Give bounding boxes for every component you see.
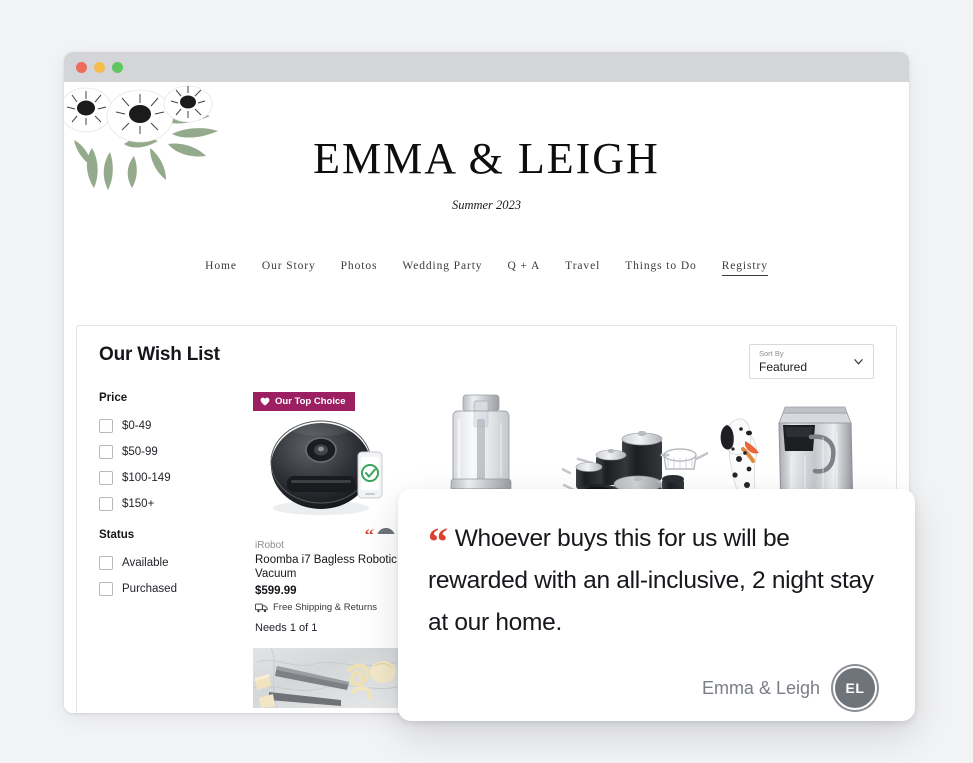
nav-item-our-story[interactable]: Our Story bbox=[262, 260, 316, 276]
filter-status-available[interactable]: Available bbox=[99, 550, 247, 576]
nav-item-photos[interactable]: Photos bbox=[341, 260, 378, 276]
avatar: EL bbox=[833, 666, 877, 710]
top-choice-label: Our Top Choice bbox=[275, 396, 346, 407]
quote-attribution: Emma & Leigh EL bbox=[428, 666, 881, 710]
knives-illustration bbox=[253, 648, 401, 708]
nav-item-travel[interactable]: Travel bbox=[565, 260, 600, 276]
filter-divider bbox=[99, 517, 247, 529]
product-brand: iRobot bbox=[255, 540, 284, 551]
quote-overlay-card: “Whoever buys this for us will be reward… bbox=[398, 489, 915, 721]
checkbox-icon[interactable] bbox=[99, 471, 113, 485]
filters-sidebar: Price $0-49 $50-99 $100-149 $150+ Status… bbox=[99, 392, 247, 708]
filter-heading-price: Price bbox=[99, 392, 128, 404]
filter-label: Purchased bbox=[122, 583, 177, 595]
top-choice-badge: Our Top Choice bbox=[253, 392, 355, 411]
nav-item-q-and-a[interactable]: Q + A bbox=[507, 260, 540, 276]
shipping-label: Free Shipping & Returns bbox=[273, 602, 378, 613]
nav-item-wedding-party[interactable]: Wedding Party bbox=[402, 260, 482, 276]
quote-text-block: “Whoever buys this for us will be reward… bbox=[428, 518, 881, 644]
filter-heading-status: Status bbox=[99, 529, 135, 541]
filter-price-0-49[interactable]: $0-49 bbox=[99, 413, 247, 439]
nav-item-home[interactable]: Home bbox=[205, 260, 237, 276]
site-title: EMMA & LEIGH bbox=[313, 134, 660, 183]
sort-by-select[interactable]: Sort By Featured bbox=[749, 344, 874, 379]
robot-vacuum-illustration bbox=[270, 420, 383, 515]
filter-label: $100-149 bbox=[122, 472, 171, 484]
product-image-knives-on-marble[interactable] bbox=[253, 648, 401, 708]
filter-price-150-plus[interactable]: $150+ bbox=[99, 491, 247, 517]
checkbox-icon[interactable] bbox=[99, 556, 113, 570]
sort-by-label: Sort By bbox=[759, 349, 784, 358]
quote-text: Whoever buys this for us will be rewarde… bbox=[428, 525, 874, 636]
quote-icon: “ bbox=[428, 519, 448, 564]
window-minimize-button[interactable] bbox=[94, 61, 105, 73]
checkbox-icon[interactable] bbox=[99, 582, 113, 596]
window-close-button[interactable] bbox=[76, 61, 87, 73]
nav-item-things-to-do[interactable]: Things to Do bbox=[625, 260, 697, 276]
site-subtitle: Summer 2023 bbox=[451, 198, 522, 212]
checkbox-icon[interactable] bbox=[99, 419, 113, 433]
registry-panel-header: Our Wish List Sort By Featured bbox=[77, 326, 896, 379]
filter-status-purchased[interactable]: Purchased bbox=[99, 576, 247, 602]
sort-by-value: Featured bbox=[759, 360, 808, 374]
site-navigation: Home Our Story Photos Wedding Party Q + … bbox=[64, 260, 909, 276]
chevron-down-icon bbox=[854, 359, 863, 365]
filter-label: $150+ bbox=[122, 498, 155, 510]
quote-icon: “ bbox=[365, 527, 375, 534]
filter-price-50-99[interactable]: $50-99 bbox=[99, 439, 247, 465]
nav-item-registry[interactable]: Registry bbox=[721, 260, 768, 276]
browser-titlebar bbox=[64, 52, 909, 82]
contributor-note-badge[interactable]: “ CC bbox=[365, 527, 395, 534]
window-maximize-button[interactable] bbox=[112, 61, 123, 73]
product-shipping: Free Shipping & Returns bbox=[255, 602, 399, 613]
filter-label: Available bbox=[122, 557, 169, 569]
product-name: Roomba i7 Bagless Robotic Vacuum bbox=[255, 554, 397, 580]
heart-icon bbox=[260, 397, 270, 406]
page-title: Our Wish List bbox=[99, 344, 220, 365]
product-needs: Needs 1 of 1 bbox=[255, 622, 318, 634]
product-image-robot-vacuum[interactable]: Our Top Choice bbox=[253, 392, 401, 534]
checkbox-icon[interactable] bbox=[99, 497, 113, 511]
product-price: $599.99 bbox=[255, 585, 297, 597]
truck-icon bbox=[255, 603, 268, 612]
product-card-roomba[interactable]: Our Top Choice iRobot Roomba i7 Bagless … bbox=[253, 392, 401, 634]
filter-label: $0-49 bbox=[122, 420, 152, 432]
quote-author: Emma & Leigh bbox=[701, 677, 820, 698]
contributor-avatar: CC bbox=[377, 528, 395, 534]
checkbox-icon[interactable] bbox=[99, 445, 113, 459]
product-card-knives[interactable] bbox=[253, 648, 401, 708]
product-info: iRobot Roomba i7 Bagless Robotic Vacuum … bbox=[253, 534, 401, 634]
filter-price-100-149[interactable]: $100-149 bbox=[99, 465, 247, 491]
filter-label: $50-99 bbox=[122, 446, 158, 458]
